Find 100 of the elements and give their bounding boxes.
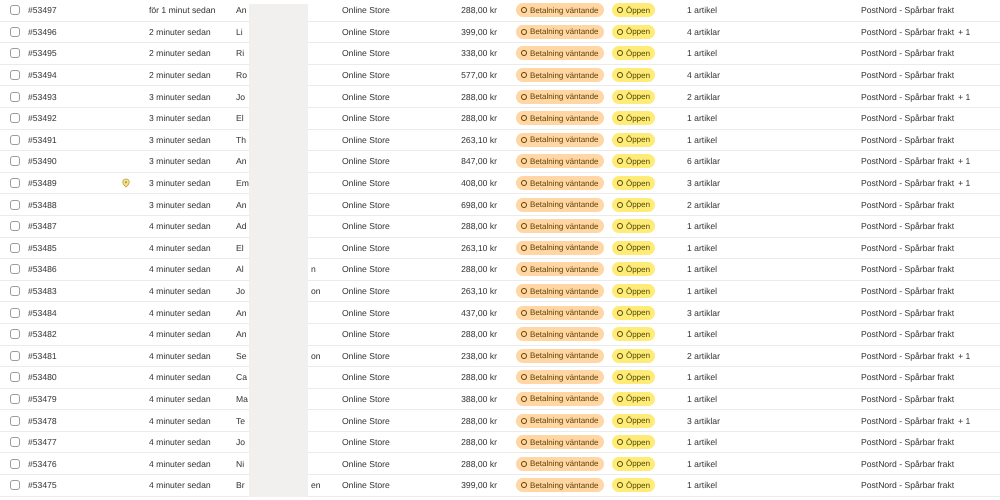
row-checkbox[interactable] [10, 394, 20, 404]
delivery-method: PostNord - Spårbar frakt [861, 372, 954, 382]
row-checkbox[interactable] [10, 48, 20, 58]
row-checkbox[interactable] [10, 372, 20, 382]
customer-name: Ri [236, 48, 244, 58]
order-total: 288,00 kr [461, 264, 497, 274]
delivery-extra-count: + 1 [958, 156, 970, 166]
row-checkbox[interactable] [10, 5, 20, 16]
delivery-method: PostNord - Spårbar frakt [861, 437, 954, 448]
item-count: 4 artiklar [687, 70, 720, 80]
delivery-extra-count: + 1 [958, 350, 970, 361]
order-number[interactable]: #53486 [28, 264, 57, 274]
customer-name: Ro [236, 70, 247, 80]
item-count: 1 artikel [687, 372, 718, 382]
order-number[interactable]: #53496 [28, 26, 57, 37]
payment-status-badge: Betalning väntande [516, 240, 604, 255]
customer-name: Li [236, 26, 243, 37]
item-count: 1 artikel [687, 134, 718, 145]
order-date: 4 minuter sedan [149, 286, 211, 296]
delivery-extra-count: + 1 [958, 416, 970, 426]
order-number[interactable]: #53480 [28, 372, 57, 382]
payment-status-badge: Betalning väntande [516, 435, 604, 450]
order-number[interactable]: #53482 [28, 329, 57, 340]
order-number[interactable]: #53494 [28, 70, 57, 80]
row-checkbox[interactable] [10, 134, 20, 145]
delivery-extra-count: + 1 [958, 92, 970, 102]
sales-channel: Online Store [342, 286, 390, 296]
order-date: 4 minuter sedan [149, 350, 211, 361]
order-number[interactable]: #53483 [28, 286, 57, 296]
row-checkbox[interactable] [10, 221, 20, 232]
order-number[interactable]: #53490 [28, 156, 57, 166]
fulfillment-status-badge: Öppen [612, 478, 656, 492]
row-checkbox[interactable] [10, 92, 20, 102]
row-checkbox[interactable] [10, 437, 20, 448]
item-count: 1 artikel [687, 329, 718, 340]
order-number[interactable]: #53491 [28, 134, 57, 145]
fulfillment-status-badge: Öppen [612, 68, 656, 82]
row-checkbox[interactable] [10, 70, 20, 80]
order-number[interactable]: #53487 [28, 221, 57, 232]
payment-status-badge: Betalning väntande [516, 327, 604, 342]
delivery-method: PostNord - Spårbar frakt [861, 242, 954, 253]
payment-status-badge: Betalning väntande [516, 456, 604, 471]
fulfillment-status-badge: Öppen [612, 90, 656, 104]
sales-channel: Online Store [342, 48, 390, 58]
row-checkbox[interactable] [10, 308, 20, 318]
sales-channel: Online Store [342, 5, 390, 16]
order-number[interactable]: #53475 [28, 480, 57, 490]
order-number[interactable]: #53481 [28, 350, 57, 361]
order-number[interactable]: #53479 [28, 394, 57, 404]
order-total: 288,00 kr [461, 437, 497, 448]
order-number[interactable]: #53497 [28, 5, 57, 16]
row-checkbox[interactable] [10, 178, 20, 188]
order-number[interactable]: #53476 [28, 458, 57, 469]
sales-channel: Online Store [342, 480, 390, 490]
customer-name: on [311, 350, 321, 361]
fulfillment-status-badge: Öppen [612, 3, 656, 18]
order-number[interactable]: #53478 [28, 416, 57, 426]
row-checkbox[interactable] [10, 200, 20, 210]
row-checkbox[interactable] [10, 242, 20, 253]
row-checkbox[interactable] [10, 113, 20, 124]
order-number[interactable]: #53477 [28, 437, 57, 448]
row-checkbox[interactable] [10, 329, 20, 340]
item-count: 6 artiklar [687, 156, 720, 166]
delivery-method: PostNord - Spårbar frakt [861, 92, 954, 102]
delivery-method: PostNord - Spårbar frakt [861, 178, 954, 188]
payment-status-badge: Betalning väntande [516, 348, 604, 363]
row-checkbox[interactable] [10, 156, 20, 166]
fulfillment-status-badge: Öppen [612, 370, 656, 384]
row-checkbox[interactable] [10, 480, 20, 490]
customer-name: El [236, 113, 244, 124]
item-count: 1 artikel [687, 286, 718, 296]
item-count: 2 artiklar [687, 200, 720, 210]
order-number[interactable]: #53495 [28, 48, 57, 58]
order-total: 288,00 kr [461, 221, 497, 232]
order-number[interactable]: #53488 [28, 200, 57, 210]
order-date: 4 minuter sedan [149, 308, 211, 318]
order-number[interactable]: #53492 [28, 113, 57, 124]
order-date: 3 minuter sedan [149, 200, 211, 210]
order-total: 408,00 kr [461, 178, 497, 188]
row-checkbox[interactable] [10, 26, 20, 37]
order-number[interactable]: #53489 [28, 178, 57, 188]
fulfillment-status-badge: Öppen [612, 435, 656, 450]
customer-name: Em [236, 178, 249, 188]
row-checkbox[interactable] [10, 350, 20, 361]
delivery-method: PostNord - Spårbar frakt [861, 200, 954, 210]
order-number[interactable]: #53493 [28, 92, 57, 102]
row-checkbox[interactable] [10, 264, 20, 274]
sales-channel: Online Store [342, 437, 390, 448]
row-checkbox[interactable] [10, 416, 20, 426]
fulfillment-status-badge: Öppen [612, 198, 656, 212]
order-total: 263,10 kr [461, 242, 497, 253]
order-number[interactable]: #53485 [28, 242, 57, 253]
fulfillment-status-badge: Öppen [612, 456, 656, 471]
order-number[interactable]: #53484 [28, 308, 57, 318]
order-total: 399,00 kr [461, 480, 497, 490]
sales-channel: Online Store [342, 92, 390, 102]
fulfillment-status-badge: Öppen [612, 348, 656, 363]
row-checkbox[interactable] [10, 286, 20, 296]
row-checkbox[interactable] [10, 458, 20, 469]
payment-status-badge: Betalning väntande [516, 132, 604, 147]
